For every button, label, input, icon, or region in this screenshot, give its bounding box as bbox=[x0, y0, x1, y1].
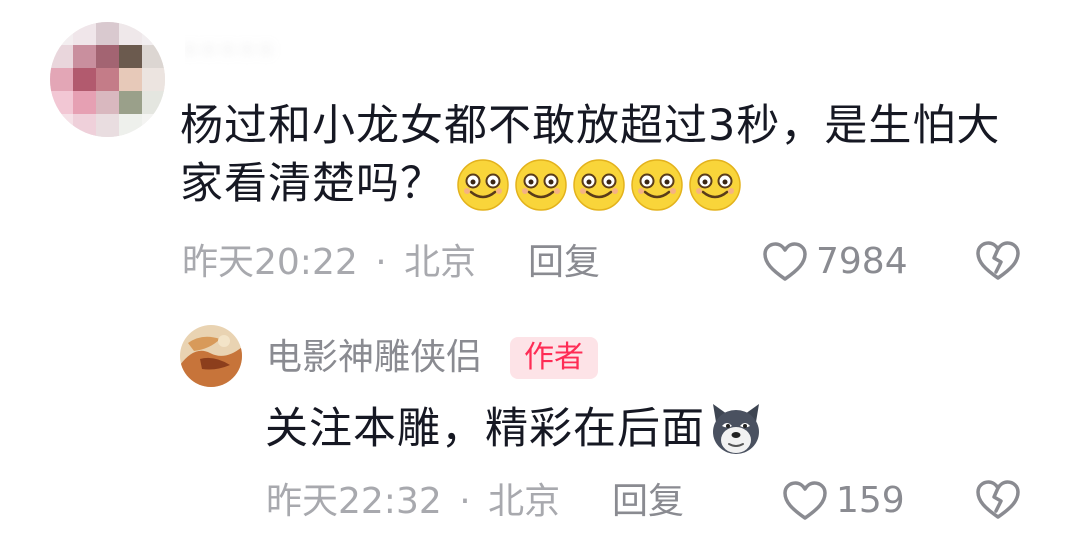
comment-meta: 昨天20:22 · 北京 bbox=[182, 241, 476, 285]
reply-reply-button[interactable]: 回复 bbox=[612, 480, 684, 524]
heart-icon bbox=[763, 242, 807, 281]
meta-separator: · bbox=[375, 242, 387, 283]
smile-emoji-icon bbox=[457, 159, 509, 211]
like-count: 7984 bbox=[816, 241, 908, 282]
heart-icon bbox=[783, 481, 827, 520]
emoji-row bbox=[456, 158, 742, 212]
reply-like-count: 159 bbox=[836, 480, 905, 521]
broken-heart-icon bbox=[976, 241, 1020, 280]
reply-body[interactable]: 关注本雕，精彩在后面 bbox=[265, 400, 765, 458]
author-username[interactable]: 电影神雕侠侣 bbox=[266, 336, 482, 380]
smile-emoji-icon bbox=[573, 159, 625, 211]
reply-dislike-button[interactable] bbox=[975, 479, 1021, 525]
commenter-username[interactable]: · · · · · bbox=[185, 35, 385, 67]
reply-text: 关注本雕，精彩在后面 bbox=[265, 404, 705, 454]
comment-body[interactable]: 杨过和小龙女都不敢放超过3秒，是生怕大家看清楚吗？ bbox=[180, 97, 1040, 213]
author-badge: 作者 bbox=[510, 337, 598, 379]
reply-like-button[interactable]: 159 bbox=[782, 479, 905, 523]
like-button[interactable]: 7984 bbox=[762, 240, 908, 284]
author-avatar-image bbox=[180, 325, 242, 387]
commenter-avatar[interactable] bbox=[50, 22, 165, 137]
commenter-username-text: · · · · · bbox=[185, 35, 271, 67]
reply-meta: 昨天22:32 · 北京 bbox=[266, 480, 560, 524]
reply-location: 北京 bbox=[488, 481, 561, 522]
comment-location: 北京 bbox=[404, 242, 477, 283]
meta-separator: · bbox=[459, 481, 471, 522]
doge-emoji-icon bbox=[713, 404, 759, 454]
dislike-button[interactable] bbox=[975, 240, 1021, 286]
smile-emoji-icon bbox=[515, 159, 567, 211]
reply-time: 昨天22:32 bbox=[266, 481, 442, 522]
broken-heart-icon bbox=[976, 480, 1020, 519]
author-avatar[interactable] bbox=[180, 325, 242, 387]
smile-emoji-icon bbox=[689, 159, 741, 211]
smile-emoji-icon bbox=[631, 159, 683, 211]
reply-button[interactable]: 回复 bbox=[528, 241, 600, 285]
comment-time: 昨天20:22 bbox=[182, 242, 358, 283]
